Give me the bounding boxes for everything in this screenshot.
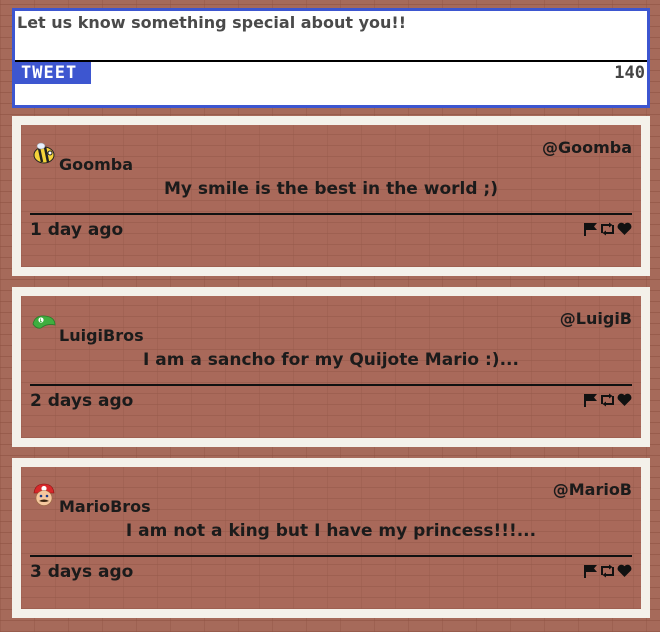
flag-icon[interactable]	[583, 393, 598, 407]
tweet-card: Goomba @Goomba My smile is the best in t…	[12, 116, 650, 276]
tweet-timestamp: 2 days ago	[30, 391, 134, 411]
tweet-message: My smile is the best in the world ;)	[163, 179, 499, 199]
tweet-card-body: MarioBros @MarioB I am not a king but I …	[21, 467, 641, 609]
tweet-card-body: Goomba @Goomba My smile is the best in t…	[21, 125, 641, 267]
tweet-card-body: L LuigiBros @LuigiB I am a sancho for my…	[21, 296, 641, 438]
tweet-card: L LuigiBros @LuigiB I am a sancho for my…	[12, 287, 650, 447]
tweet-message: I am a sancho for my Quijote Mario :)...	[143, 350, 519, 370]
tweet-timestamp: 1 day ago	[30, 220, 124, 240]
flag-icon[interactable]	[583, 222, 598, 236]
tweet-handle[interactable]: @Goomba	[542, 138, 632, 157]
tweet-textarea[interactable]: Let us know something special about you!…	[15, 11, 647, 62]
tweet-actions	[583, 393, 632, 407]
retweet-icon[interactable]	[599, 564, 616, 578]
tweet-button[interactable]: TWEET	[15, 62, 91, 84]
retweet-icon[interactable]	[599, 393, 616, 407]
tweet-actions	[583, 222, 632, 236]
retweet-icon[interactable]	[599, 222, 616, 236]
tweet-timestamp: 3 days ago	[30, 562, 134, 582]
flag-icon[interactable]	[583, 564, 598, 578]
tweet-message: I am not a king but I have my princess!!…	[125, 521, 537, 541]
tweet-username[interactable]: LuigiBros	[59, 326, 144, 345]
character-counter: 140	[614, 63, 645, 83]
tweet-actions	[583, 564, 632, 578]
tweet-handle[interactable]: @MarioB	[553, 480, 632, 499]
tweet-handle[interactable]: @LuigiB	[560, 309, 632, 328]
heart-icon[interactable]	[617, 393, 632, 407]
heart-icon[interactable]	[617, 564, 632, 578]
tweet-composer: Let us know something special about you!…	[12, 8, 650, 108]
heart-icon[interactable]	[617, 222, 632, 236]
tweet-username[interactable]: Goomba	[59, 155, 133, 174]
green-cap-icon: L	[31, 311, 57, 337]
bee-icon	[31, 140, 57, 166]
mario-head-icon	[31, 482, 57, 508]
tweet-divider	[30, 213, 632, 215]
tweet-divider	[30, 384, 632, 386]
svg-text:L: L	[40, 318, 43, 323]
tweet-card: MarioBros @MarioB I am not a king but I …	[12, 458, 650, 618]
tweet-divider	[30, 555, 632, 557]
tweet-username[interactable]: MarioBros	[59, 497, 151, 516]
